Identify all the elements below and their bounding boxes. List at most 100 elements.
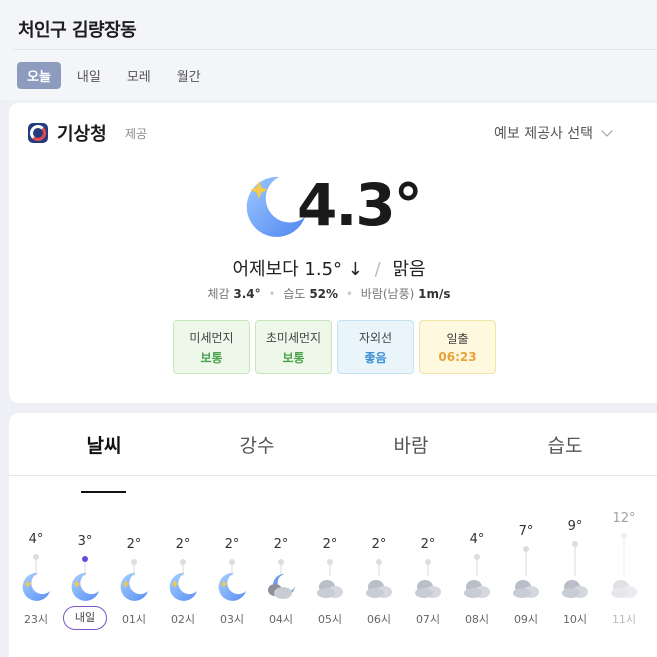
- hour-label: 06시: [366, 613, 392, 626]
- hourly-temp: 7°: [518, 524, 534, 539]
- moon-star-icon: [118, 570, 150, 602]
- air-quality-badges: 미세먼지 보통 초미세먼지 보통 자외선 좋음 일출 06:23: [173, 320, 496, 374]
- hourly-item[interactable]: 2° 05시: [310, 513, 350, 657]
- provider-name: 기상청: [57, 124, 107, 145]
- hourly-item[interactable]: 12° 11시: [604, 511, 644, 657]
- tab-today[interactable]: 오늘: [17, 62, 61, 89]
- day-tabs: 오늘 내일 모레 월간: [17, 62, 211, 89]
- cloud-icon: [461, 570, 493, 602]
- cloud-icon: [314, 570, 346, 602]
- kma-logo-icon: [28, 123, 48, 143]
- temp-point: [180, 559, 186, 565]
- hour-label: 11시: [611, 613, 637, 626]
- hourly-item[interactable]: 4° 23시: [16, 513, 56, 657]
- hourly-item[interactable]: 3° 내일: [63, 513, 107, 657]
- badge-label: 일출: [446, 332, 469, 346]
- cloud-icon: [608, 570, 640, 602]
- current-temperature: 4.3°: [297, 171, 423, 239]
- tab-weather[interactable]: 날씨: [64, 431, 144, 458]
- divider-slash: /: [374, 259, 381, 280]
- location-title[interactable]: 처인구 김량장동: [18, 16, 137, 42]
- tab-monthly[interactable]: 월간: [167, 62, 211, 89]
- hourly-item[interactable]: 7° 09시: [506, 513, 546, 657]
- separator-dot: •: [268, 287, 276, 301]
- temp-point: [33, 553, 39, 560]
- down-arrow-icon: ↓: [347, 259, 363, 280]
- temp-point: [621, 533, 627, 539]
- hourly-list[interactable]: 4° 23시 3° 내일 2° 01시 2° 02시 2° 03시 2° 04시 2° 05시 2° 06시 2…: [16, 511, 656, 657]
- moon-star-icon: [69, 570, 101, 602]
- hourly-temp: 2°: [273, 537, 289, 552]
- feels-like-value: 3.4°: [233, 287, 261, 301]
- badge-label: 미세먼지: [189, 330, 234, 345]
- temp-point: [131, 559, 137, 565]
- hour-label: 01시: [121, 613, 147, 626]
- current-weather-card: 기상청 제공 예보 제공사 선택 4.3° 어제보다 1.5° ↓ / 맑음 체…: [9, 103, 657, 403]
- feels-like-label: 체감: [207, 287, 230, 301]
- category-tabs: 날씨 강수 바람 습도: [9, 431, 649, 493]
- active-tab-underline: [81, 491, 126, 493]
- badge-value: 06:23: [438, 350, 477, 364]
- cloud-icon: [510, 570, 542, 602]
- tomorrow-pill: 내일: [63, 606, 107, 630]
- hourly-item[interactable]: 9° 10시: [555, 513, 595, 657]
- cloud-icon: [559, 570, 591, 602]
- hourly-temp: 2°: [224, 537, 240, 552]
- hourly-item[interactable]: 2° 07시: [408, 513, 448, 657]
- provider-select[interactable]: 예보 제공사 선택: [494, 123, 613, 143]
- weather-summary: 어제보다 1.5° ↓ / 맑음: [9, 255, 649, 281]
- temp-point: [523, 546, 529, 552]
- temp-point: [278, 559, 284, 565]
- moon-star-icon: [20, 570, 52, 602]
- hourly-item[interactable]: 2° 03시: [212, 513, 252, 657]
- badge-label: 자외선: [358, 330, 393, 345]
- temp-point: [82, 556, 88, 563]
- badge-label: 초미세먼지: [265, 330, 322, 345]
- hour-label: 23시: [23, 613, 49, 626]
- hourly-temp: 2°: [322, 537, 338, 552]
- badge-fine-dust[interactable]: 미세먼지 보통: [173, 320, 250, 374]
- tab-tomorrow[interactable]: 내일: [67, 62, 111, 89]
- hour-label: 08시: [464, 613, 490, 626]
- temp-point: [376, 559, 382, 565]
- wind-label: 바람(남풍): [360, 287, 415, 301]
- badge-value: 보통: [282, 350, 305, 365]
- tab-wind[interactable]: 바람: [371, 431, 451, 458]
- moon-cloud-icon: [265, 570, 297, 602]
- hourly-item[interactable]: 2° 02시: [163, 513, 203, 657]
- hourly-item[interactable]: 2° 06시: [359, 513, 399, 657]
- badge-ultrafine-dust[interactable]: 초미세먼지 보통: [255, 320, 332, 374]
- hourly-item[interactable]: 2° 01시: [114, 513, 154, 657]
- hour-label: 03시: [219, 613, 245, 626]
- condition: 맑음: [392, 259, 426, 280]
- provider-tag: 제공: [125, 127, 148, 141]
- tab-humidity[interactable]: 습도: [525, 431, 605, 458]
- cloud-icon: [412, 570, 444, 602]
- temp-point: [474, 553, 480, 560]
- badge-value: 좋음: [364, 350, 387, 365]
- humidity-label: 습도: [283, 287, 306, 301]
- hourly-temp: 2°: [371, 537, 387, 552]
- moon-star-icon: [167, 570, 199, 602]
- badge-uv[interactable]: 자외선 좋음: [337, 320, 414, 374]
- separator-dot: •: [345, 287, 353, 301]
- wind-value: 1m/s: [418, 287, 451, 301]
- hour-label: 05시: [317, 613, 343, 626]
- tab-day-after[interactable]: 모레: [117, 62, 161, 89]
- cloud-icon: [363, 570, 395, 602]
- hourly-item[interactable]: 4° 08시: [457, 513, 497, 657]
- hourly-temp: 9°: [567, 518, 583, 534]
- detail-row: 체감 3.4° • 습도 52% • 바람(남풍) 1m/s: [9, 285, 649, 302]
- provider-select-label: 예보 제공사 선택: [494, 126, 594, 142]
- hourly-temp: 2°: [126, 537, 142, 552]
- compare-prefix: 어제보다: [232, 259, 299, 280]
- humidity-value: 52%: [309, 287, 339, 301]
- badge-sunrise[interactable]: 일출 06:23: [419, 320, 496, 374]
- header-divider: [14, 49, 657, 50]
- hour-label: 10시: [562, 613, 588, 626]
- hour-label: 04시: [268, 613, 294, 626]
- hourly-item[interactable]: 2° 04시: [261, 513, 301, 657]
- tab-precipitation[interactable]: 강수: [217, 431, 297, 458]
- compare-value: 1.5°: [304, 259, 343, 280]
- hour-label: 09시: [513, 613, 539, 626]
